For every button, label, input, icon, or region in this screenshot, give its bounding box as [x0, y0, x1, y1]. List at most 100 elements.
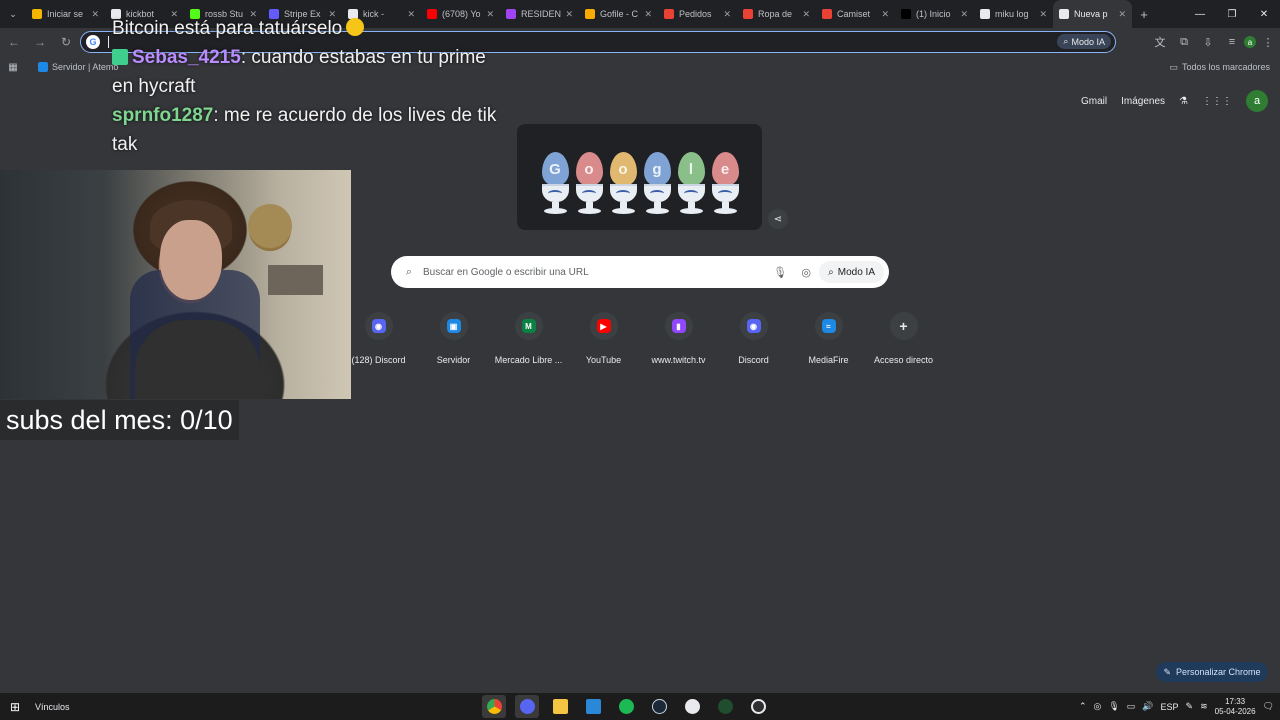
lens-icon[interactable]: ◎: [793, 266, 819, 279]
ai-mode-label: Modo IA: [1071, 36, 1105, 47]
tray-app-icon[interactable]: ◎: [1094, 701, 1102, 712]
chrome-taskbar-icon[interactable]: [482, 695, 506, 718]
tab-close-icon[interactable]: ✕: [960, 9, 968, 20]
minimize-button[interactable]: —: [1184, 0, 1216, 28]
obs-icon[interactable]: [713, 695, 737, 718]
maximize-button[interactable]: ❐: [1216, 0, 1248, 28]
store-icon[interactable]: [581, 695, 605, 718]
window-controls: — ❐ ✕: [1184, 0, 1280, 28]
browser-tab[interactable]: Ropa de ✕: [737, 0, 816, 28]
add-icon: +: [899, 318, 908, 334]
twitch-icon: ▮: [671, 319, 686, 333]
chevron-up-icon[interactable]: ⌃: [1079, 701, 1087, 712]
customize-label: Personalizar Chrome: [1176, 667, 1261, 677]
forward-button[interactable]: →: [28, 30, 52, 54]
gmail-link[interactable]: Gmail: [1081, 96, 1107, 107]
spotify-icon[interactable]: [614, 695, 638, 718]
links-toolbar[interactable]: Vínculos: [35, 702, 70, 712]
labs-icon[interactable]: ⚗: [1179, 96, 1188, 107]
customize-chrome-button[interactable]: ✎ Personalizar Chrome: [1156, 662, 1268, 682]
shortcut-icon-circle: +: [889, 312, 918, 340]
shortcut-label: MediaFire: [808, 355, 849, 365]
google-apps-icon[interactable]: ⋮⋮⋮: [1202, 96, 1232, 107]
shortcut-icon-circle: ≈: [814, 312, 843, 340]
translate-icon[interactable]: 文: [1148, 30, 1172, 54]
new-tab-button[interactable]: +: [1132, 7, 1156, 22]
tab-favicon-icon: [585, 9, 595, 19]
tab-title: Ropa de: [758, 9, 793, 19]
shortcut-tile[interactable]: ◉ Discord: [716, 310, 791, 370]
tab-title: Nueva p: [1074, 9, 1108, 19]
browser-tab[interactable]: Nueva p ✕: [1053, 0, 1132, 28]
all-bookmarks[interactable]: ▭ Todos los marcadores: [1169, 62, 1270, 73]
share-icon[interactable]: ⋖: [768, 209, 788, 229]
browser-tab[interactable]: (1) Inicio ✕: [895, 0, 974, 28]
tab-close-icon[interactable]: ✕: [1039, 9, 1047, 20]
volume-icon[interactable]: 🔊: [1142, 701, 1153, 712]
images-link[interactable]: Imágenes: [1121, 96, 1165, 107]
file-explorer-icon[interactable]: [548, 695, 572, 718]
shortcut-tile[interactable]: ▣ Servidor: [416, 310, 491, 370]
steam-icon[interactable]: [647, 695, 671, 718]
shortcut-tile[interactable]: + Acceso directo: [866, 310, 941, 370]
tab-close-icon[interactable]: ✕: [91, 9, 99, 20]
shortcut-tile[interactable]: ≈ MediaFire: [791, 310, 866, 370]
tab-favicon-icon: [822, 9, 832, 19]
menu-icon[interactable]: ⋮: [1256, 30, 1280, 54]
lang-indicator[interactable]: ESP: [1161, 702, 1179, 712]
youtube-icon: ▶: [596, 319, 611, 333]
google-icon: G: [86, 35, 100, 49]
browser-tab[interactable]: Gofile - C ✕: [579, 0, 658, 28]
profile-avatar[interactable]: a: [1244, 36, 1256, 48]
shortcut-tile[interactable]: ◉ (128) Discord: [341, 310, 416, 370]
network-icon[interactable]: ▭: [1127, 701, 1136, 712]
clock[interactable]: 17:33 05-04-2026: [1215, 697, 1256, 717]
egg-e: e: [710, 132, 740, 222]
microphone-icon[interactable]: 🎙: [767, 266, 793, 279]
browser-tab[interactable]: Camiset ✕: [816, 0, 895, 28]
bookmark-servidor[interactable]: Servidor | Atemo: [38, 62, 118, 72]
ai-mode-button[interactable]: ⌕ Modo IA: [1057, 34, 1111, 49]
tab-close-icon[interactable]: ✕: [565, 9, 573, 20]
discord-taskbar-icon[interactable]: [515, 695, 539, 718]
browser-tab[interactable]: Iniciar se ✕: [26, 0, 105, 28]
shortcut-tile[interactable]: ▶ YouTube: [566, 310, 641, 370]
egg-o1: o: [574, 132, 604, 222]
search-input[interactable]: [423, 266, 768, 278]
chat-line: Sebas_4215: cuando estabas en tu prime e…: [112, 43, 512, 101]
shortcut-label: YouTube: [585, 355, 622, 365]
shortcut-tile[interactable]: ▮ www.twitch.tv: [641, 310, 716, 370]
close-window-button[interactable]: ✕: [1248, 0, 1280, 28]
account-avatar[interactable]: a: [1246, 90, 1268, 112]
tab-title: Gofile - C: [600, 9, 639, 19]
tab-close-icon[interactable]: ✕: [881, 9, 889, 20]
emoji-icon: [346, 18, 365, 36]
wifi-icon[interactable]: ≋: [1200, 701, 1208, 712]
tab-close-icon[interactable]: ✕: [644, 9, 652, 20]
mercadolibre-icon: M: [521, 319, 536, 333]
search-ai-mode-button[interactable]: ⌕ Modo IA: [819, 261, 884, 283]
pen-icon[interactable]: ✎: [1186, 701, 1194, 712]
tab-close-icon[interactable]: ✕: [802, 9, 810, 20]
tab-close-icon[interactable]: ✕: [1118, 9, 1126, 20]
shortcut-icon-circle: ▮: [664, 312, 693, 340]
reading-list-icon[interactable]: ≡: [1220, 30, 1244, 54]
settings-gear-icon[interactable]: [680, 695, 704, 718]
windows-start-icon[interactable]: ⊞: [0, 700, 30, 714]
extensions-icon[interactable]: ⧉: [1172, 30, 1196, 54]
download-icon[interactable]: ⇩: [1196, 30, 1220, 54]
apps-icon[interactable]: ▦: [0, 62, 26, 73]
reload-button[interactable]: ↻: [54, 30, 78, 54]
notifications-icon[interactable]: 🗨: [1263, 701, 1274, 712]
ntp-header: Gmail Imágenes ⚗ ⋮⋮⋮ a: [1081, 90, 1268, 112]
google-doodle[interactable]: G o o g l e: [517, 124, 762, 230]
tab-search-button[interactable]: ⌄: [0, 0, 26, 28]
shortcut-tile[interactable]: M Mercado Libre ...: [491, 310, 566, 370]
tab-close-icon[interactable]: ✕: [723, 9, 731, 20]
obs-studio-icon[interactable]: [746, 695, 770, 718]
browser-tab[interactable]: Pedidos ✕: [658, 0, 737, 28]
tab-favicon-icon: [32, 9, 42, 19]
microphone-tray-icon[interactable]: 🎙: [1108, 701, 1119, 712]
browser-tab[interactable]: miku log ✕: [974, 0, 1053, 28]
back-button[interactable]: ←: [2, 30, 26, 54]
